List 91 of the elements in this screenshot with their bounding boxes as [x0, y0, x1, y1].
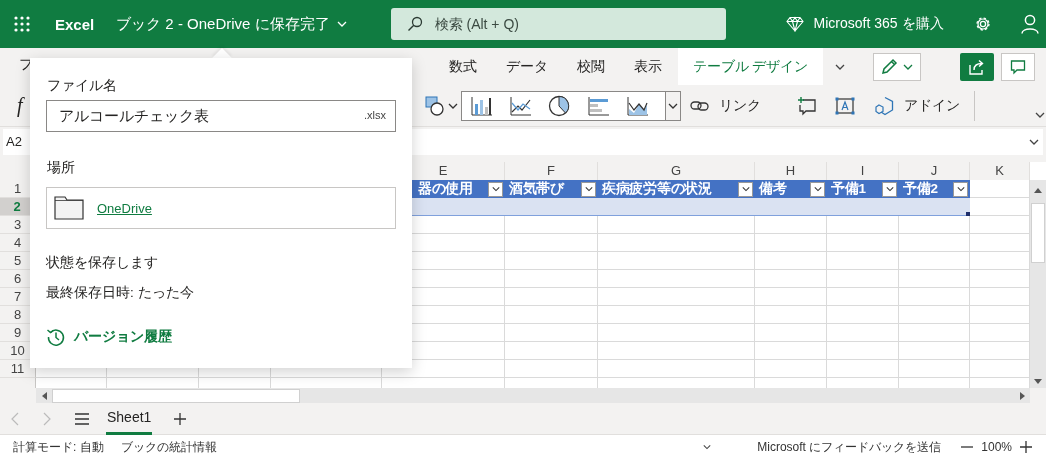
caret-icon [903, 64, 914, 70]
ribbon-tab[interactable]: データ [491, 48, 562, 85]
header-label: 備考 [759, 180, 787, 198]
version-history-button[interactable]: バージョン履歴 [46, 327, 172, 347]
caret-icon [584, 186, 593, 192]
add-ins-button[interactable]: アドイン [875, 90, 960, 121]
ribbon-tab[interactable]: 数式 [434, 48, 491, 85]
caret-icon [668, 102, 678, 109]
column-chart-icon[interactable] [470, 94, 492, 117]
caret-icon[interactable] [703, 444, 712, 450]
expand-ribbon-caret-icon[interactable] [1035, 112, 1045, 118]
scroll-right-icon[interactable] [1020, 391, 1025, 400]
horizontal-scrollbar[interactable] [36, 388, 1030, 403]
caret-icon [956, 186, 965, 192]
caret-icon [885, 186, 894, 192]
person-icon[interactable] [1020, 14, 1039, 34]
caret-icon [491, 186, 500, 192]
line-chart-icon[interactable] [509, 94, 531, 117]
scroll-up-icon[interactable] [1034, 188, 1042, 193]
resize-handle[interactable] [966, 212, 970, 216]
area-chart-icon[interactable] [626, 94, 648, 117]
name-box[interactable]: A2 [3, 129, 31, 155]
ribbon-tab[interactable]: 校閲 [562, 48, 619, 85]
ribbon-tab[interactable]: テーブル デザイン [678, 48, 823, 85]
file-extension-label: .xlsx [364, 109, 386, 121]
row-header[interactable]: 11 [0, 360, 36, 378]
share-icon [967, 58, 986, 76]
filter-dropdown-button[interactable] [581, 181, 596, 197]
field-label: 場所 [47, 158, 76, 177]
location-link[interactable]: OneDrive [97, 200, 152, 216]
buy-button[interactable]: Microsoft 365 を購入 [785, 8, 944, 40]
save-status-text: 状態を保存します [46, 254, 159, 272]
header-label: 予備1 [831, 180, 866, 198]
column-header[interactable]: K [970, 162, 1030, 180]
editing-mode-button[interactable] [872, 53, 921, 81]
previous-sheet-icon[interactable] [11, 411, 19, 426]
comments-button[interactable] [1000, 53, 1035, 81]
text-box-icon[interactable] [835, 96, 855, 115]
caret-icon [813, 186, 822, 192]
comment-icon [1009, 59, 1026, 75]
pie-chart-icon[interactable] [548, 94, 570, 117]
header-label: 器の使用 [418, 180, 473, 198]
filter-dropdown-button[interactable] [488, 181, 503, 197]
folder-icon [54, 196, 84, 220]
caret-icon [448, 102, 458, 109]
filter-dropdown-button[interactable] [882, 181, 897, 197]
link-icon [690, 98, 710, 113]
expand-formula-caret-icon[interactable] [1029, 139, 1039, 145]
share-button[interactable] [959, 53, 994, 81]
bar-chart-icon[interactable] [587, 94, 609, 117]
workbook-statistics-link[interactable]: ブックの統計情報 [120, 438, 217, 456]
more-tabs-caret-icon[interactable] [834, 63, 845, 70]
pencil-icon [880, 58, 899, 76]
settings-icon[interactable] [973, 15, 992, 33]
function-label[interactable]: f [17, 94, 29, 117]
hexagon-icon [875, 95, 895, 116]
new-comment-icon[interactable] [797, 95, 817, 116]
table-cell[interactable] [899, 198, 970, 216]
feedback-link[interactable]: Microsoft にフィードバックを送信 [757, 438, 942, 456]
zoom-in-icon[interactable] [1020, 441, 1032, 453]
ribbon-tab[interactable]: 表示 [619, 48, 676, 85]
filter-dropdown-button[interactable] [953, 181, 968, 197]
app-name[interactable]: Excel [55, 15, 95, 33]
history-icon [46, 327, 66, 347]
filter-dropdown-button[interactable] [810, 181, 825, 197]
search-icon [406, 16, 423, 32]
search-field[interactable]: 検索 (Alt + Q) [390, 8, 726, 40]
app-launcher-icon[interactable] [14, 16, 30, 32]
caret-icon [741, 186, 750, 192]
scroll-thumb[interactable] [52, 388, 300, 403]
shapes-icon [425, 95, 445, 116]
document-title-button[interactable]: ブック 2 - OneDrive に保存完了 [116, 8, 347, 40]
header-label: 予備2 [903, 180, 938, 198]
menu-icon[interactable] [75, 412, 89, 425]
scroll-left-icon[interactable] [42, 391, 47, 400]
diamond-icon [785, 16, 804, 32]
add-sheet-icon[interactable] [174, 412, 187, 425]
next-sheet-icon[interactable] [43, 411, 51, 426]
scroll-thumb[interactable] [1031, 203, 1045, 263]
field-label: ファイル名 [47, 76, 118, 95]
calculation-mode-label[interactable]: 計算モード: 自動 [13, 438, 104, 456]
filter-dropdown-button[interactable] [738, 181, 753, 197]
header-label: 疾病疲労等の状況 [602, 180, 712, 198]
gallery-more-button[interactable] [665, 91, 680, 120]
link-button[interactable]: リンク [690, 90, 761, 121]
zoom-level[interactable]: 100% [981, 440, 1012, 454]
last-saved-text: 最終保存日時: たった今 [46, 284, 195, 302]
header-label: 酒気帯び [509, 180, 564, 198]
vertical-scrollbar[interactable] [1030, 180, 1046, 388]
caret-icon [336, 21, 347, 27]
scroll-down-icon[interactable] [1034, 379, 1042, 384]
